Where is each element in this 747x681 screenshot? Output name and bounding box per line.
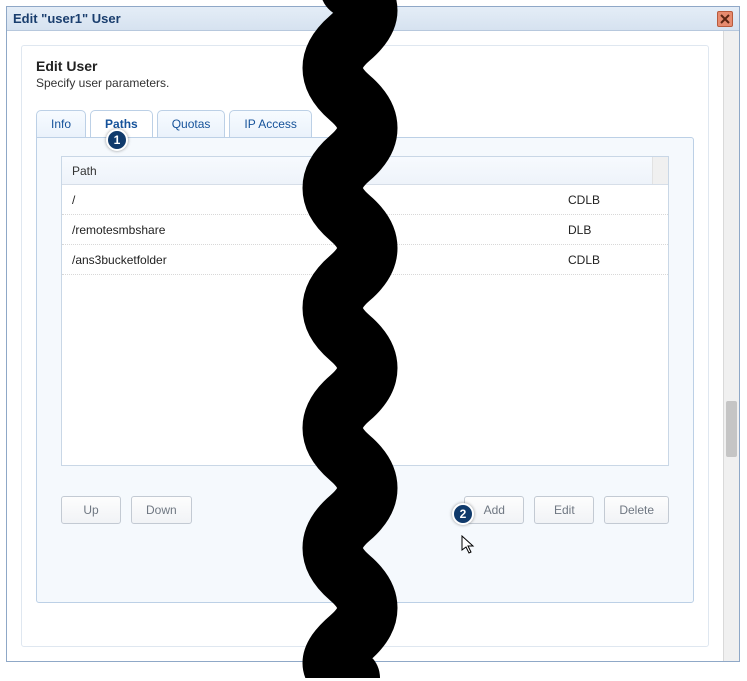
cell-path: / [62, 187, 558, 213]
cell-perm: DLB [558, 217, 668, 243]
table-row[interactable]: /remotesmbshare DLB [62, 215, 668, 245]
tab-quotas[interactable]: Quotas [157, 110, 226, 138]
title-bar: Edit "user1" User [7, 7, 739, 31]
tab-label: Quotas [172, 117, 211, 131]
callout-badge-1: 1 [106, 129, 128, 151]
tab-strip: Info Paths Quotas IP Access [36, 110, 694, 138]
callout-badge-2: 2 [452, 503, 474, 525]
cell-path: /ans3bucketfolder [62, 247, 558, 273]
table-scrollbar-header [652, 157, 668, 184]
column-perm[interactable] [542, 165, 652, 177]
tab-label: IP Access [244, 117, 296, 131]
table-header: Path [62, 157, 668, 185]
table-row[interactable]: / CDLB [62, 185, 668, 215]
tab-info[interactable]: Info [36, 110, 86, 138]
column-path[interactable]: Path [62, 158, 542, 184]
table-row[interactable]: /ans3bucketfolder CDLB [62, 245, 668, 275]
edit-button[interactable]: Edit [534, 496, 594, 524]
cell-perm: CDLB [558, 187, 668, 213]
dialog-scrollbar[interactable] [723, 31, 739, 661]
page-subtitle: Specify user parameters. [36, 76, 694, 90]
dialog-window: Edit "user1" User Edit User Specify user… [6, 6, 740, 662]
page-title: Edit User [36, 58, 694, 74]
cell-perm: CDLB [558, 247, 668, 273]
scrollbar-thumb[interactable] [726, 401, 737, 457]
dialog-body: Edit User Specify user parameters. Info … [7, 31, 723, 661]
cell-path: /remotesmbshare [62, 217, 558, 243]
tab-ip-access[interactable]: IP Access [229, 110, 311, 138]
down-button[interactable]: Down [131, 496, 192, 524]
dialog-title: Edit "user1" User [13, 11, 717, 26]
up-button[interactable]: Up [61, 496, 121, 524]
button-row: Up Down Add Edit Delete [61, 496, 669, 524]
close-icon[interactable] [717, 11, 733, 27]
table-body: / CDLB /remotesmbshare DLB /ans3bucketfo… [62, 185, 668, 465]
paths-table: Path / CDLB /remotesmbshare DLB [61, 156, 669, 466]
tab-label: Info [51, 117, 71, 131]
delete-button[interactable]: Delete [604, 496, 669, 524]
tab-panel-paths: Path / CDLB /remotesmbshare DLB [36, 137, 694, 603]
tab-label: Paths [105, 117, 138, 131]
